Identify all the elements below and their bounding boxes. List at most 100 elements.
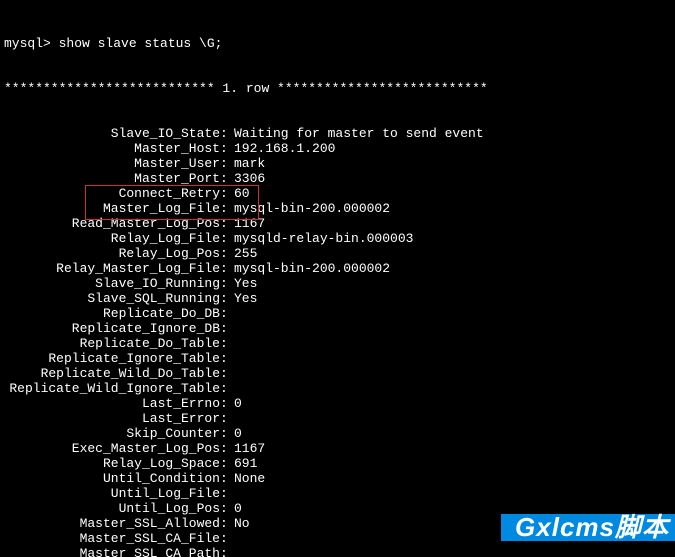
watermark-badge: Gxlcms脚本 [501, 514, 675, 541]
field-label: Master_Log_File [4, 201, 220, 216]
field-value [234, 381, 671, 396]
field-label: Master_User [4, 156, 220, 171]
field-separator: : [220, 126, 234, 141]
field-label: Read_Master_Log_Pos [4, 216, 220, 231]
field-value: 60 [234, 186, 671, 201]
field-separator: : [220, 411, 234, 426]
status-row: Slave_IO_Running: Yes [4, 276, 671, 291]
field-label: Replicate_Do_Table [4, 336, 220, 351]
field-separator: : [220, 231, 234, 246]
field-label: Master_Host [4, 141, 220, 156]
command-text: show slave status \G; [59, 36, 223, 51]
status-row: Until_Log_File: [4, 486, 671, 501]
status-row: Master_Host: 192.168.1.200 [4, 141, 671, 156]
field-value: 0 [234, 426, 671, 441]
field-value: 255 [234, 246, 671, 261]
field-label: Relay_Log_File [4, 231, 220, 246]
field-value: Yes [234, 276, 671, 291]
status-row: Master_SSL_CA_Path: [4, 546, 671, 557]
status-row: Until_Condition: None [4, 471, 671, 486]
field-value [234, 411, 671, 426]
field-separator: : [220, 171, 234, 186]
field-value [234, 306, 671, 321]
field-separator: : [220, 546, 234, 557]
status-row: Replicate_Do_Table: [4, 336, 671, 351]
status-row: Relay_Master_Log_File: mysql-bin-200.000… [4, 261, 671, 276]
status-row: Last_Errno: 0 [4, 396, 671, 411]
status-row: Master_User: mark [4, 156, 671, 171]
status-row: Exec_Master_Log_Pos: 1167 [4, 441, 671, 456]
field-value: 1167 [234, 441, 671, 456]
field-value: 3306 [234, 171, 671, 186]
field-label: Master_SSL_CA_File [4, 531, 220, 546]
field-value: None [234, 471, 671, 486]
status-row: Relay_Log_File: mysqld-relay-bin.000003 [4, 231, 671, 246]
field-label: Until_Log_Pos [4, 501, 220, 516]
field-label: Slave_IO_State [4, 126, 220, 141]
terminal-output: mysql> show slave status \G; ***********… [0, 0, 675, 557]
field-label: Relay_Log_Pos [4, 246, 220, 261]
field-value: mysql-bin-200.000002 [234, 261, 671, 276]
status-fields: Slave_IO_State: Waiting for master to se… [4, 126, 671, 557]
field-separator: : [220, 141, 234, 156]
field-separator: : [220, 516, 234, 531]
field-label: Last_Errno [4, 396, 220, 411]
row-divider: *************************** 1. row *****… [4, 81, 671, 96]
field-label: Slave_SQL_Running [4, 291, 220, 306]
field-separator: : [220, 216, 234, 231]
status-row: Replicate_Do_DB: [4, 306, 671, 321]
field-separator: : [220, 186, 234, 201]
status-row: Relay_Log_Space: 691 [4, 456, 671, 471]
field-value: mark [234, 156, 671, 171]
field-value: 1167 [234, 216, 671, 231]
field-value [234, 321, 671, 336]
prompt: mysql> [4, 36, 59, 51]
field-label: Until_Log_File [4, 486, 220, 501]
field-separator: : [220, 396, 234, 411]
field-value: mysql-bin-200.000002 [234, 201, 671, 216]
field-value: Yes [234, 291, 671, 306]
field-separator: : [220, 291, 234, 306]
status-row: Read_Master_Log_Pos: 1167 [4, 216, 671, 231]
field-label: Replicate_Do_DB [4, 306, 220, 321]
field-separator: : [220, 321, 234, 336]
status-row: Connect_Retry: 60 [4, 186, 671, 201]
field-label: Skip_Counter [4, 426, 220, 441]
field-value [234, 546, 671, 557]
field-separator: : [220, 441, 234, 456]
field-label: Exec_Master_Log_Pos [4, 441, 220, 456]
status-row: Slave_IO_State: Waiting for master to se… [4, 126, 671, 141]
field-separator: : [220, 276, 234, 291]
field-label: Master_SSL_Allowed [4, 516, 220, 531]
field-label: Connect_Retry [4, 186, 220, 201]
field-value: Waiting for master to send event [234, 126, 671, 141]
field-separator: : [220, 381, 234, 396]
field-separator: : [220, 306, 234, 321]
status-row: Master_Port: 3306 [4, 171, 671, 186]
status-row: Relay_Log_Pos: 255 [4, 246, 671, 261]
field-label: Relay_Master_Log_File [4, 261, 220, 276]
field-label: Slave_IO_Running [4, 276, 220, 291]
field-separator: : [220, 486, 234, 501]
field-value: mysqld-relay-bin.000003 [234, 231, 671, 246]
field-label: Master_Port [4, 171, 220, 186]
status-row: Replicate_Wild_Ignore_Table: [4, 381, 671, 396]
field-separator: : [220, 336, 234, 351]
field-label: Until_Condition [4, 471, 220, 486]
field-separator: : [220, 201, 234, 216]
field-label: Master_SSL_CA_Path [4, 546, 220, 557]
field-separator: : [220, 501, 234, 516]
field-separator: : [220, 246, 234, 261]
field-label: Relay_Log_Space [4, 456, 220, 471]
field-separator: : [220, 471, 234, 486]
field-label: Replicate_Ignore_Table [4, 351, 220, 366]
prompt-line: mysql> show slave status \G; [4, 36, 671, 51]
status-row: Skip_Counter: 0 [4, 426, 671, 441]
field-separator: : [220, 531, 234, 546]
status-row: Last_Error: [4, 411, 671, 426]
field-value [234, 336, 671, 351]
status-row: Replicate_Ignore_Table: [4, 351, 671, 366]
field-value [234, 351, 671, 366]
field-separator: : [220, 456, 234, 471]
status-row: Master_Log_File: mysql-bin-200.000002 [4, 201, 671, 216]
